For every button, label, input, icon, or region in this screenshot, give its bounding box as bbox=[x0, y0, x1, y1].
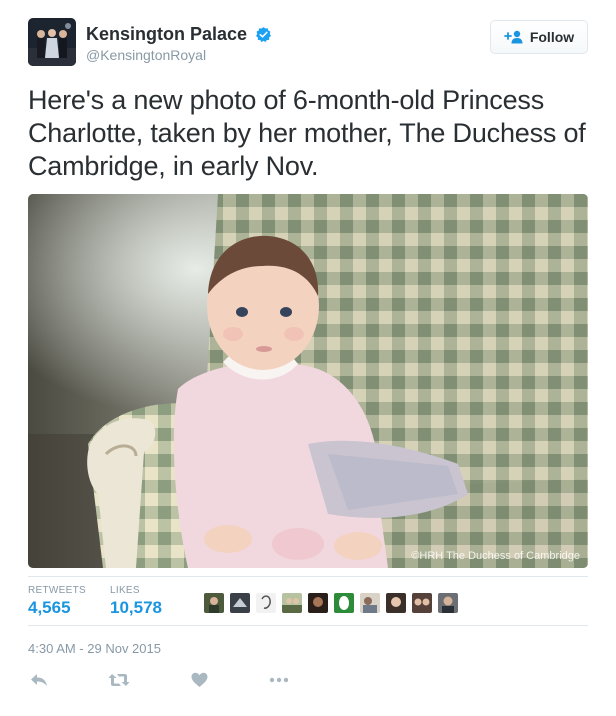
photo-credit: ©HRH The Duchess of Cambridge bbox=[411, 550, 580, 562]
liker-avatar[interactable] bbox=[438, 593, 458, 613]
likes-stat[interactable]: LIKES 10,578 bbox=[110, 585, 162, 618]
avatar[interactable] bbox=[28, 18, 76, 66]
tweet-header: Kensington Palace @KensingtonRoyal Follo… bbox=[28, 18, 588, 70]
liker-avatar[interactable] bbox=[282, 593, 302, 613]
liker-avatar[interactable] bbox=[204, 593, 224, 613]
tweet-text: Here's a new photo of 6-month-old Prince… bbox=[28, 85, 586, 181]
tweet-timestamp[interactable]: 4:30 AM - 29 Nov 2015 bbox=[28, 641, 161, 656]
liker-avatar[interactable] bbox=[334, 593, 354, 613]
likes-label: LIKES bbox=[110, 585, 140, 596]
follow-button[interactable]: Follow bbox=[490, 20, 588, 54]
account-handle[interactable]: @KensingtonRoyal bbox=[86, 47, 272, 63]
liker-avatar[interactable] bbox=[308, 593, 328, 613]
reply-icon bbox=[31, 674, 47, 686]
add-person-icon bbox=[503, 30, 523, 44]
like-icon bbox=[191, 672, 207, 687]
tweet-actions bbox=[28, 668, 328, 692]
retweet-icon bbox=[108, 674, 130, 686]
liker-avatars bbox=[204, 593, 458, 613]
liker-avatar[interactable] bbox=[360, 593, 380, 613]
account-names: Kensington Palace @KensingtonRoyal bbox=[86, 24, 272, 63]
liker-avatar[interactable] bbox=[386, 593, 406, 613]
liker-avatar[interactable] bbox=[256, 593, 276, 613]
retweets-count: 4,565 bbox=[28, 598, 71, 617]
more-button[interactable] bbox=[268, 668, 290, 692]
liker-avatar[interactable] bbox=[230, 593, 250, 613]
tweet-card: Kensington Palace @KensingtonRoyal Follo… bbox=[0, 0, 616, 716]
retweets-label: RETWEETS bbox=[28, 585, 86, 596]
retweet-button[interactable] bbox=[108, 668, 130, 692]
verified-badge-icon bbox=[255, 27, 271, 43]
more-icon bbox=[269, 677, 289, 683]
liker-avatar[interactable] bbox=[412, 593, 432, 613]
likes-count: 10,578 bbox=[110, 598, 162, 617]
display-name[interactable]: Kensington Palace bbox=[86, 24, 247, 45]
reply-button[interactable] bbox=[28, 668, 50, 692]
retweets-stat[interactable]: RETWEETS 4,565 bbox=[28, 585, 86, 618]
follow-label: Follow bbox=[529, 29, 575, 45]
tweet-photo[interactable]: ©HRH The Duchess of Cambridge bbox=[28, 194, 588, 568]
like-button[interactable] bbox=[188, 668, 210, 692]
tweet-stats: RETWEETS 4,565 LIKES 10,578 bbox=[28, 576, 588, 626]
